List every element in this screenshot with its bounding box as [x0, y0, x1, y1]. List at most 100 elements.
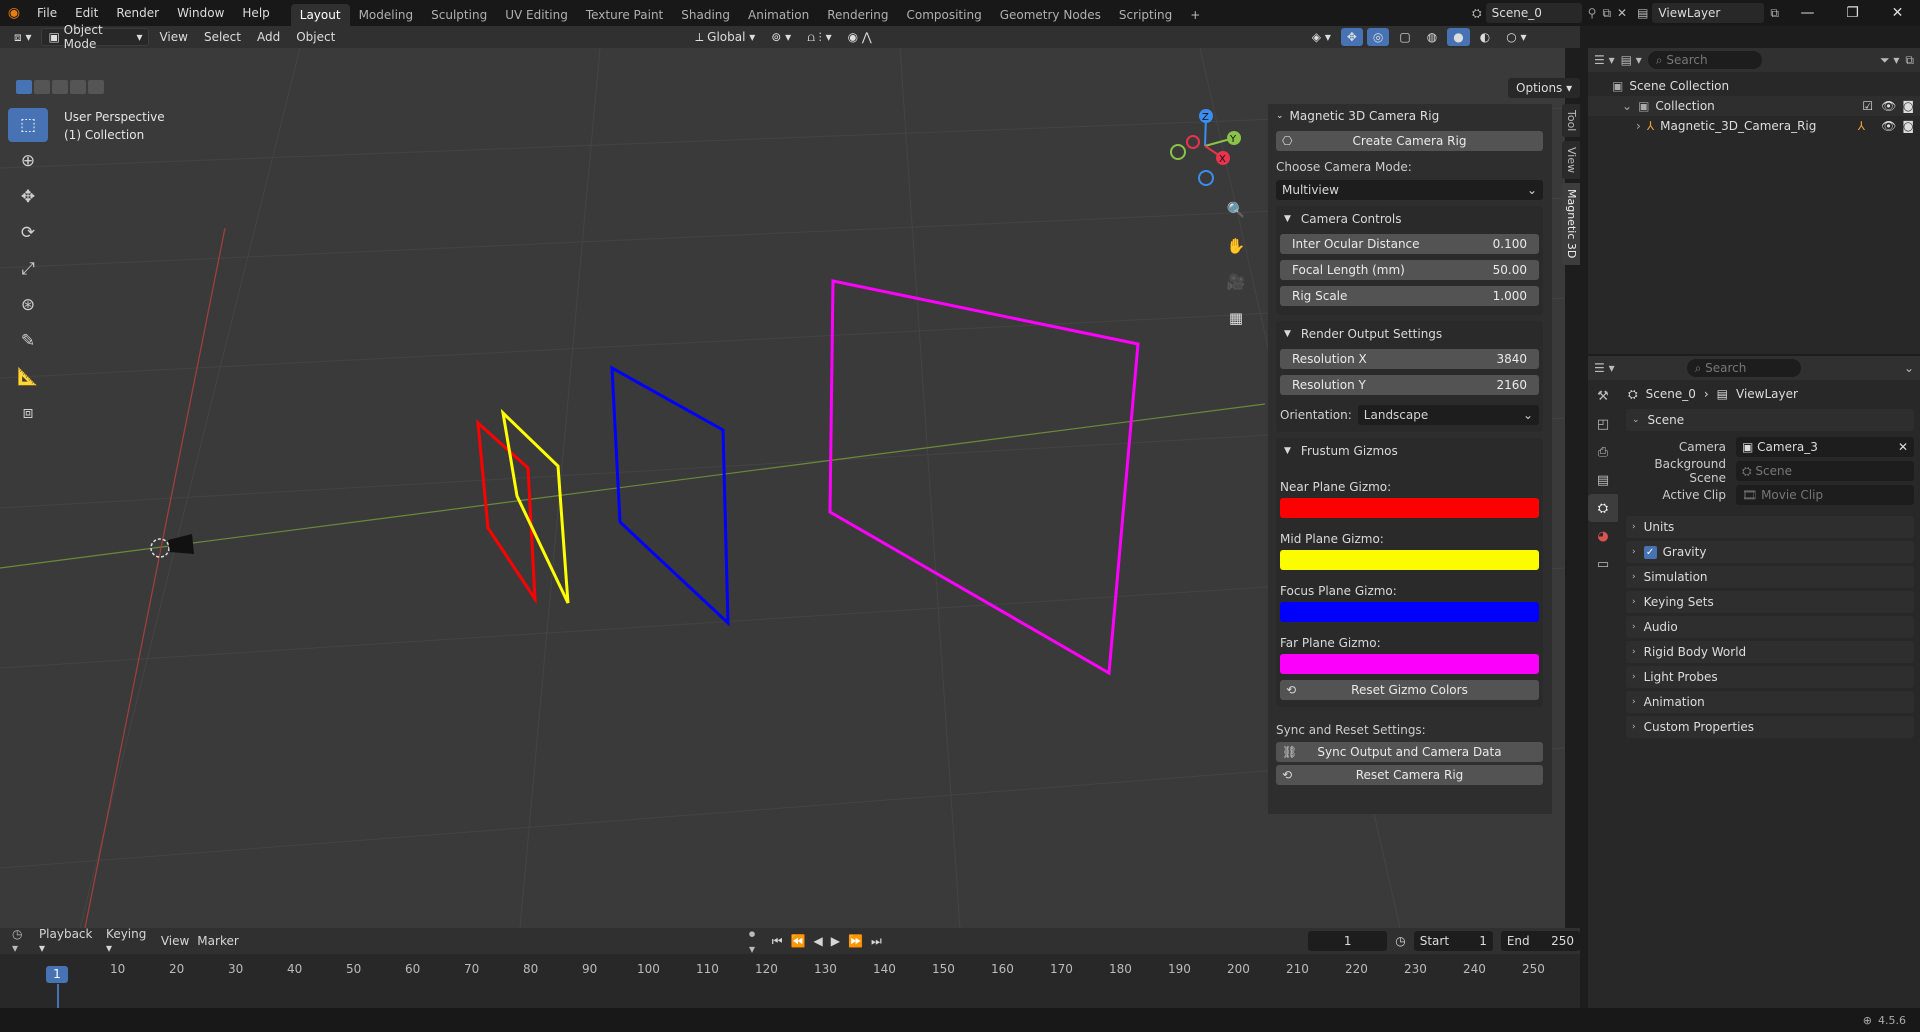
new-collection-icon[interactable]: ⧉ [1905, 53, 1914, 68]
camera-mode-select[interactable]: Multiview ⌄ [1276, 180, 1543, 200]
shading-wire-icon[interactable]: ◍ [1421, 28, 1443, 46]
units-section[interactable]: › Units [1626, 516, 1914, 538]
display-mode-icon[interactable]: ▤ ▾ [1621, 53, 1642, 67]
camera-render-icon[interactable]: ◙ [1902, 119, 1914, 133]
pivot-icon[interactable]: ⊚ ▾ [765, 28, 797, 46]
timeline-editor-icon[interactable]: ◷ ▾ [12, 927, 31, 955]
tab-view[interactable]: View [1562, 141, 1580, 180]
rigid-body-world-section[interactable]: › Rigid Body World [1626, 641, 1914, 663]
tab-animation[interactable]: Animation [739, 4, 818, 26]
near-plane-color[interactable] [1280, 498, 1539, 518]
menu-add[interactable]: Add [251, 28, 286, 46]
end-frame-field[interactable]: End 250 [1500, 931, 1580, 951]
active-clip-field[interactable]: 🎞 Movie Clip [1736, 485, 1914, 505]
play-icon[interactable]: ▶ [831, 934, 840, 948]
minimize-icon[interactable]: — [1785, 5, 1830, 21]
camera-object[interactable] [150, 534, 194, 558]
camera-controls-header[interactable]: ▼ Camera Controls [1276, 206, 1543, 232]
sel-mode-new[interactable] [16, 80, 32, 94]
tab-layout[interactable]: Layout [290, 4, 350, 26]
keying-sets-section[interactable]: › Keying Sets [1626, 591, 1914, 613]
tab-sculpting[interactable]: Sculpting [422, 4, 496, 26]
start-frame-field[interactable]: Start 1 [1413, 931, 1493, 951]
simulation-section[interactable]: › Simulation [1626, 566, 1914, 588]
eye-icon[interactable]: 👁 [1881, 99, 1896, 113]
viewlayer-field[interactable]: ViewLayer [1652, 3, 1765, 23]
menu-object[interactable]: Object [290, 28, 341, 46]
next-key-icon[interactable]: ⏩ [848, 934, 863, 948]
frame-ruler[interactable]: 10 20 30 40 50 60 70 80 90 100 110 120 1… [0, 962, 1580, 982]
custom-properties-section[interactable]: › Custom Properties [1626, 716, 1914, 738]
filter-icon[interactable]: ⏷ ▾ [1880, 53, 1899, 68]
new-viewlayer-icon[interactable]: ⧉ [1770, 6, 1779, 21]
tab-compositing[interactable]: Compositing [897, 4, 990, 26]
constraint-icon[interactable]: ⅄ [1858, 119, 1865, 133]
cursor-icon[interactable]: ⊕ [8, 144, 48, 178]
tool-tab-icon[interactable]: ⚒ [1588, 382, 1618, 410]
render-output-header[interactable]: ▼ Render Output Settings [1276, 321, 1543, 347]
editor-type-icon[interactable]: ⧈ ▾ [8, 28, 37, 46]
play-reverse-icon[interactable]: ◀ [814, 934, 823, 948]
tab-rendering[interactable]: Rendering [818, 4, 897, 26]
navigation-gizmo[interactable]: Z Y X [1160, 106, 1250, 186]
chevron-down-icon[interactable]: ⌄ [1904, 361, 1914, 375]
selection-mode-buttons[interactable] [16, 80, 104, 94]
mid-plane-color[interactable] [1280, 550, 1539, 570]
output-tab-icon[interactable]: ⎙ [1588, 438, 1618, 466]
light-probes-section[interactable]: › Light Probes [1626, 666, 1914, 688]
new-scene-icon[interactable]: ⧉ [1602, 6, 1611, 21]
measure-icon[interactable]: 📐 [8, 360, 48, 394]
animation-section[interactable]: › Animation [1626, 691, 1914, 713]
select-box-icon[interactable]: ⬚ [8, 108, 48, 142]
world-tab-icon[interactable]: ◕ [1588, 522, 1618, 550]
record-icon[interactable]: ⏺ ▾ [749, 927, 764, 956]
add-cube-icon[interactable]: ⧈ [8, 396, 48, 430]
properties-search-input[interactable]: ⌕ Search [1686, 359, 1801, 377]
far-plane-gizmo[interactable] [828, 279, 1140, 676]
menu-view[interactable]: View [153, 28, 193, 46]
rotate-icon[interactable]: ⟳ [8, 216, 48, 250]
checkbox-icon[interactable]: ☑ [1862, 99, 1873, 113]
mode-select[interactable]: ▣ Object Mode ▾ [41, 23, 150, 51]
scene-section-header[interactable]: ⌄ Scene [1626, 409, 1914, 431]
visibility-icon[interactable]: ◈ ▾ [1306, 28, 1337, 46]
menu-keying[interactable]: Keying ▾ [106, 927, 153, 955]
xray-icon[interactable]: ▢ [1393, 28, 1416, 46]
focus-plane-color[interactable] [1280, 602, 1539, 622]
pin-icon[interactable]: ⚲ [1588, 6, 1597, 20]
transform-orientation[interactable]: ⟂ Global ▾ [689, 28, 761, 46]
menu-file[interactable]: File [28, 0, 66, 26]
menu-help[interactable]: Help [233, 0, 278, 26]
focus-plane-gizmo[interactable] [610, 365, 730, 627]
zoom-icon[interactable]: 🔍 [1222, 196, 1250, 224]
sel-mode-subtract[interactable] [52, 80, 68, 94]
shading-rendered-icon[interactable]: ○ ▾ [1500, 28, 1532, 46]
focal-length-slider[interactable]: Focal Length (mm) 50.00 [1280, 260, 1539, 280]
outliner-object[interactable]: › ⅄ Magnetic_3D_Camera_Rig ⅄ 👁 ◙ [1588, 116, 1920, 136]
viewlayer-tab-icon[interactable]: ▤ [1588, 466, 1618, 494]
collection-tab-icon[interactable]: ▭ [1588, 550, 1618, 578]
add-workspace-icon[interactable]: + [1181, 4, 1209, 26]
snap-icon[interactable]: ⩍ ⫶ ▾ [801, 28, 837, 46]
move-icon[interactable]: ✥ [8, 180, 48, 214]
panel-title[interactable]: ⌄ Magnetic 3D Camera Rig [1268, 104, 1552, 128]
outliner-editor-icon[interactable]: ☰ ▾ [1594, 53, 1615, 67]
tab-texture-paint[interactable]: Texture Paint [577, 4, 672, 26]
tab-tool[interactable]: Tool [1562, 104, 1580, 138]
menu-playback[interactable]: Playback ▾ [39, 927, 98, 955]
transform-icon[interactable]: ⊛ [8, 288, 48, 322]
camera-field[interactable]: ▣ Camera_3 ✕ [1736, 437, 1914, 457]
menu-marker[interactable]: Marker [197, 934, 238, 948]
tab-uv-editing[interactable]: UV Editing [496, 4, 577, 26]
background-scene-field[interactable]: ⛭ Scene [1736, 461, 1914, 481]
resolution-y-field[interactable]: Resolution Y 2160 [1280, 375, 1539, 395]
rig-scale-slider[interactable]: Rig Scale 1.000 [1280, 286, 1539, 306]
reset-gizmo-colors-button[interactable]: ⟲ Reset Gizmo Colors [1280, 680, 1539, 700]
jump-end-icon[interactable]: ⏭ [871, 934, 882, 949]
proportional-icon[interactable]: ◉ ⋀ [842, 28, 878, 46]
tab-geometry-nodes[interactable]: Geometry Nodes [991, 4, 1110, 26]
tab-scripting[interactable]: Scripting [1110, 4, 1181, 26]
jump-start-icon[interactable]: ⏮ [772, 934, 783, 949]
current-frame-field[interactable]: 1 [1308, 931, 1388, 951]
create-camera-rig-button[interactable]: ⎔ Create Camera Rig [1276, 131, 1543, 151]
